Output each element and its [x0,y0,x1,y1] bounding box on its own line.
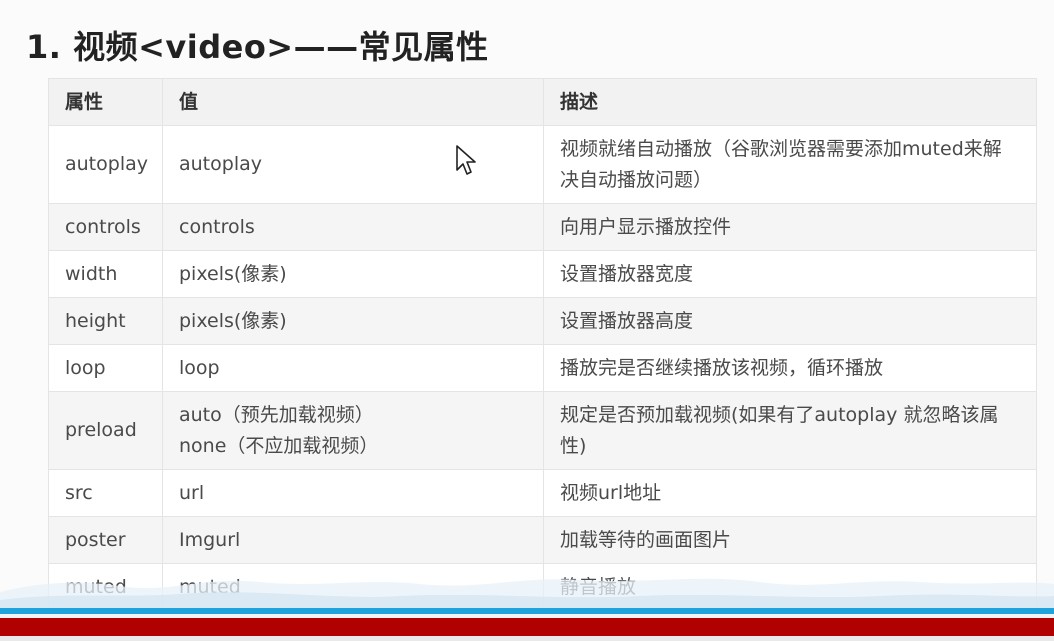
cell-attribute: width [48,250,163,298]
cell-value: pixels(像素) [162,297,544,345]
cell-value-line: pixels(像素) [179,309,287,332]
cell-value: auto（预先加载视频） none（不应加载视频） [162,391,544,470]
cell-description-line: 播放完是否继续播放该视频，循环播放 [560,356,884,379]
cell-description: 向用户显示播放控件 [543,203,1037,251]
cell-description: 播放完是否继续播放该视频，循环播放 [543,344,1037,392]
cell-value-line: controls [179,215,255,238]
cell-attribute: src [48,469,163,517]
cell-value-line: auto（预先加载视频） [179,403,374,426]
cell-description-line: 设置播放器宽度 [560,262,694,285]
white-gap [0,614,1054,618]
header-attribute: 属性 [48,78,163,126]
cell-value: url [162,469,544,517]
cell-description-line: 视频就绪自动播放（谷歌浏览器需要添加muted来解 [560,137,1002,160]
cell-value: loop [162,344,544,392]
cell-attribute: autoplay [48,125,163,204]
bottom-edge [0,636,1054,641]
cell-description-line: 性) [560,434,587,457]
table-row: height pixels(像素) 设置播放器高度 [48,297,1037,345]
cell-value: pixels(像素) [162,250,544,298]
cell-description-line: 规定是否预加载视频(如果有了autoplay 就忽略该属 [560,403,999,426]
cell-description: 视频url地址 [543,469,1037,517]
cell-value-line: Imgurl [179,528,241,551]
cell-description: 规定是否预加载视频(如果有了autoplay 就忽略该属 性) [543,391,1037,470]
cell-value-line: none（不应加载视频） [179,434,379,457]
red-stripe [0,618,1054,636]
cell-description-line: 决自动播放问题） [560,168,713,191]
cell-attribute: height [48,297,163,345]
table-row: width pixels(像素) 设置播放器宽度 [48,250,1037,298]
cell-value: Imgurl [162,516,544,564]
video-attributes-table: 属性 值 描述 autoplay autoplay 视频就绪自动播放（谷歌浏览器… [48,78,1037,611]
cell-description-line: 加载等待的画面图片 [560,528,732,551]
cell-attribute: preload [48,391,163,470]
cell-value-line: loop [179,356,220,379]
header-description: 描述 [543,78,1037,126]
bottom-decorative-band [0,578,1054,641]
table-row: src url 视频url地址 [48,469,1037,517]
cell-description: 视频就绪自动播放（谷歌浏览器需要添加muted来解 决自动播放问题） [543,125,1037,204]
cell-attribute: poster [48,516,163,564]
cell-attribute: controls [48,203,163,251]
table-row: autoplay autoplay 视频就绪自动播放（谷歌浏览器需要添加mute… [48,125,1037,204]
blue-stripe [0,608,1054,614]
page-title: 1. 视频<video>——常见属性 [26,28,489,66]
table-row: loop loop 播放完是否继续播放该视频，循环播放 [48,344,1037,392]
table-row: controls controls 向用户显示播放控件 [48,203,1037,251]
cell-description-line: 设置播放器高度 [560,309,694,332]
cell-description: 设置播放器高度 [543,297,1037,345]
cell-description: 设置播放器宽度 [543,250,1037,298]
attributes-table-container: 属性 值 描述 autoplay autoplay 视频就绪自动播放（谷歌浏览器… [48,78,1037,611]
table-header-row: 属性 值 描述 [48,78,1037,126]
cell-description-line: 视频url地址 [560,481,662,504]
cell-attribute: loop [48,344,163,392]
cell-value: controls [162,203,544,251]
table-row: poster Imgurl 加载等待的画面图片 [48,516,1037,564]
cell-value: autoplay [162,125,544,204]
cell-description: 加载等待的画面图片 [543,516,1037,564]
header-value: 值 [162,78,544,126]
mouse-pointer-icon [456,145,476,175]
table-row: preload auto（预先加载视频） none（不应加载视频） 规定是否预加… [48,391,1037,470]
cell-value-line: url [179,481,205,504]
cell-value-line: pixels(像素) [179,262,287,285]
cell-description-line: 向用户显示播放控件 [560,215,732,238]
